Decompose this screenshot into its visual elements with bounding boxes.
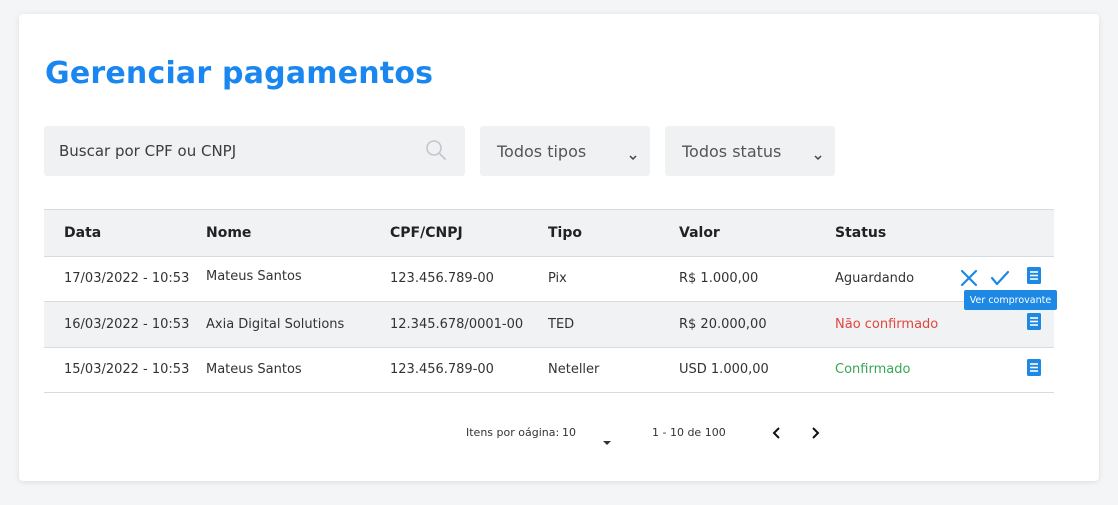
cell-status: Não confirmado [835, 317, 939, 332]
tooltip-ver-comprovante: Ver comprovante [964, 290, 1057, 310]
receipt-icon[interactable] [1026, 266, 1042, 289]
caret-down-icon[interactable] [602, 431, 612, 450]
column-header-tipo: Tipo [548, 225, 582, 241]
cell-data: 15/03/2022 - 10:53 [64, 362, 190, 377]
cell-valor: R$ 20.000,00 [679, 317, 767, 332]
receipt-icon[interactable] [1026, 358, 1042, 381]
cell-cpf: 123.456.789-00 [390, 271, 494, 286]
column-header-valor: Valor [679, 225, 720, 241]
status-select[interactable]: Todos status [665, 126, 835, 176]
column-header-data: Data [64, 225, 102, 241]
cell-tipo: TED [548, 317, 575, 332]
chevron-right-icon[interactable] [810, 425, 820, 444]
status-select-value: Todos status [682, 141, 782, 161]
cell-nome: Mateus Santos [206, 362, 302, 377]
check-icon[interactable] [989, 268, 1011, 292]
chevron-down-icon [628, 147, 638, 166]
column-header-cpf: CPF/CNPJ [390, 225, 463, 241]
type-select-value: Todos tipos [497, 141, 587, 161]
cell-tipo: Pix [548, 271, 567, 286]
column-header-nome: Nome [206, 225, 252, 241]
table-header: Data Nome CPF/CNPJ Tipo Valor Status [44, 209, 1054, 257]
page-title: Gerenciar pagamentos [45, 56, 434, 91]
search-field[interactable] [44, 126, 465, 176]
cell-cpf: 123.456.789-00 [390, 362, 494, 377]
cell-cpf: 12.345.678/0001-00 [390, 317, 524, 332]
chevron-down-icon [813, 147, 823, 166]
search-icon[interactable] [425, 139, 447, 165]
table-row: 16/03/2022 - 10:53 Axia Digital Solution… [44, 302, 1054, 348]
close-icon[interactable] [959, 268, 979, 292]
chevron-left-icon[interactable] [772, 425, 782, 444]
column-header-status: Status [835, 225, 887, 241]
table-row: 15/03/2022 - 10:53 Mateus Santos 123.456… [44, 347, 1054, 393]
pagination-range: 1 - 10 de 100 [652, 426, 726, 439]
cell-status: Aguardando [835, 271, 915, 286]
table-row: 17/03/2022 - 10:53 Mateus Santos 123.456… [44, 256, 1054, 302]
search-input[interactable] [44, 141, 421, 161]
receipt-icon[interactable] [1026, 312, 1042, 335]
items-per-page-label: Itens por oágina: [466, 426, 560, 439]
cell-status: Confirmado [835, 362, 911, 377]
cell-valor: USD 1.000,00 [679, 362, 769, 377]
cell-tipo: Neteller [548, 362, 600, 377]
cell-valor: R$ 1.000,00 [679, 271, 759, 286]
cell-nome: Axia Digital Solutions [206, 317, 345, 332]
type-select[interactable]: Todos tipos [480, 126, 650, 176]
cell-nome: Mateus Santos [206, 269, 302, 284]
cell-data: 17/03/2022 - 10:53 [64, 271, 190, 286]
cell-data: 16/03/2022 - 10:53 [64, 317, 190, 332]
items-per-page-select[interactable]: 10 [562, 426, 576, 439]
